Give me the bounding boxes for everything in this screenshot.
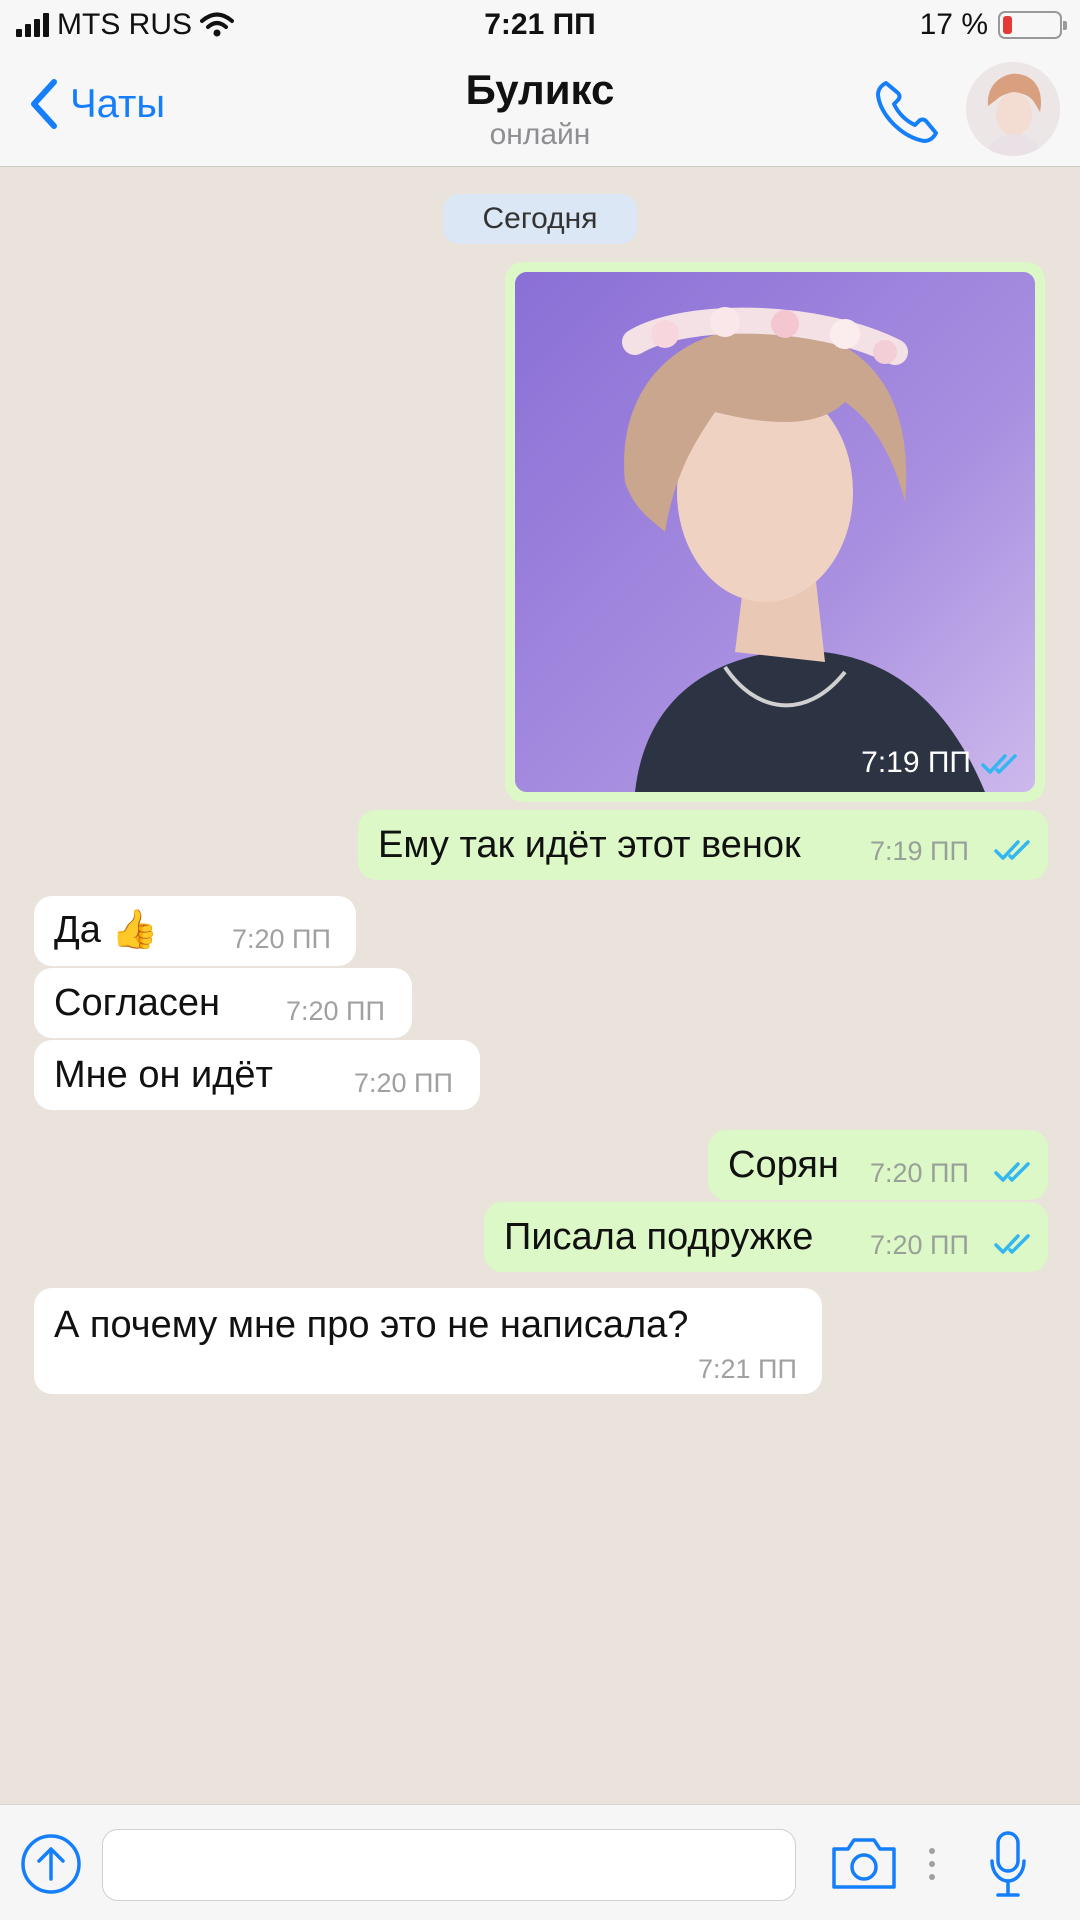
message-bubble[interactable]: Да 👍 7:20 ПП <box>34 896 356 966</box>
message-bubble[interactable]: Мне он идёт 7:20 ПП <box>34 1040 480 1110</box>
message-time: 7:20 ПП <box>870 1230 969 1260</box>
photo-content <box>515 272 1035 792</box>
read-ticks-icon <box>994 1162 1030 1182</box>
message-time: 7:20 ПП <box>870 1158 969 1188</box>
read-ticks-icon <box>994 840 1030 860</box>
chat-area[interactable]: Сегодня 7:19 ПП Ему так идёт этот венок … <box>0 168 1080 1804</box>
battery-icon <box>998 11 1067 39</box>
camera-icon[interactable] <box>830 1835 898 1891</box>
message-time: 7:20 ПП <box>286 996 385 1026</box>
status-time: 7:21 ПП <box>484 8 596 41</box>
message-text: Ему так идёт этот венок <box>378 824 801 866</box>
more-dots-icon <box>929 1848 935 1880</box>
message-photo[interactable]: 7:19 ПП <box>505 262 1045 802</box>
microphone-icon[interactable] <box>988 1829 1028 1899</box>
message-input[interactable] <box>102 1829 796 1901</box>
message-bubble[interactable]: А почему мне про это не написала? 7:21 П… <box>34 1288 822 1394</box>
message-time: 7:19 ПП <box>861 746 971 779</box>
contact-avatar[interactable] <box>966 62 1060 156</box>
status-right: 17 % <box>919 8 1067 42</box>
message-time: 7:20 ПП <box>232 924 331 954</box>
battery-percent: 17 % <box>919 8 988 41</box>
message-bubble[interactable]: Сорян 7:20 ПП <box>708 1130 1048 1200</box>
message-text: Сорян <box>728 1144 839 1186</box>
read-ticks-icon <box>994 1234 1030 1254</box>
arrow-up-circle-icon[interactable] <box>20 1833 82 1895</box>
avatar-portrait <box>966 62 1060 156</box>
date-divider: Сегодня <box>443 194 637 244</box>
chat-header: Чаты Буликс онлайн <box>0 52 1080 167</box>
input-bar <box>0 1804 1080 1920</box>
message-time: 7:21 ПП <box>698 1354 797 1384</box>
read-ticks-icon <box>981 754 1017 774</box>
message-text: Писала подружке <box>504 1216 814 1258</box>
phone-icon[interactable] <box>872 77 942 147</box>
message-bubble[interactable]: Согласен 7:20 ПП <box>34 968 412 1038</box>
message-text: Согласен <box>54 982 221 1024</box>
message-time: 7:20 ПП <box>354 1068 453 1098</box>
message-time: 7:19 ПП <box>870 836 969 866</box>
message-text: Да 👍 <box>54 909 159 951</box>
status-bar: MTS RUS 7:21 ПП 17 % <box>0 0 1080 52</box>
message-bubble[interactable]: Писала подружке 7:20 ПП <box>484 1202 1048 1272</box>
battery-level <box>1003 16 1012 34</box>
message-text: А почему мне про это не написала? <box>54 1304 689 1346</box>
message-text: Мне он идёт <box>54 1054 273 1096</box>
message-bubble[interactable]: Ему так идёт этот венок 7:19 ПП <box>358 810 1048 880</box>
photo-image[interactable]: 7:19 ПП <box>515 272 1035 792</box>
